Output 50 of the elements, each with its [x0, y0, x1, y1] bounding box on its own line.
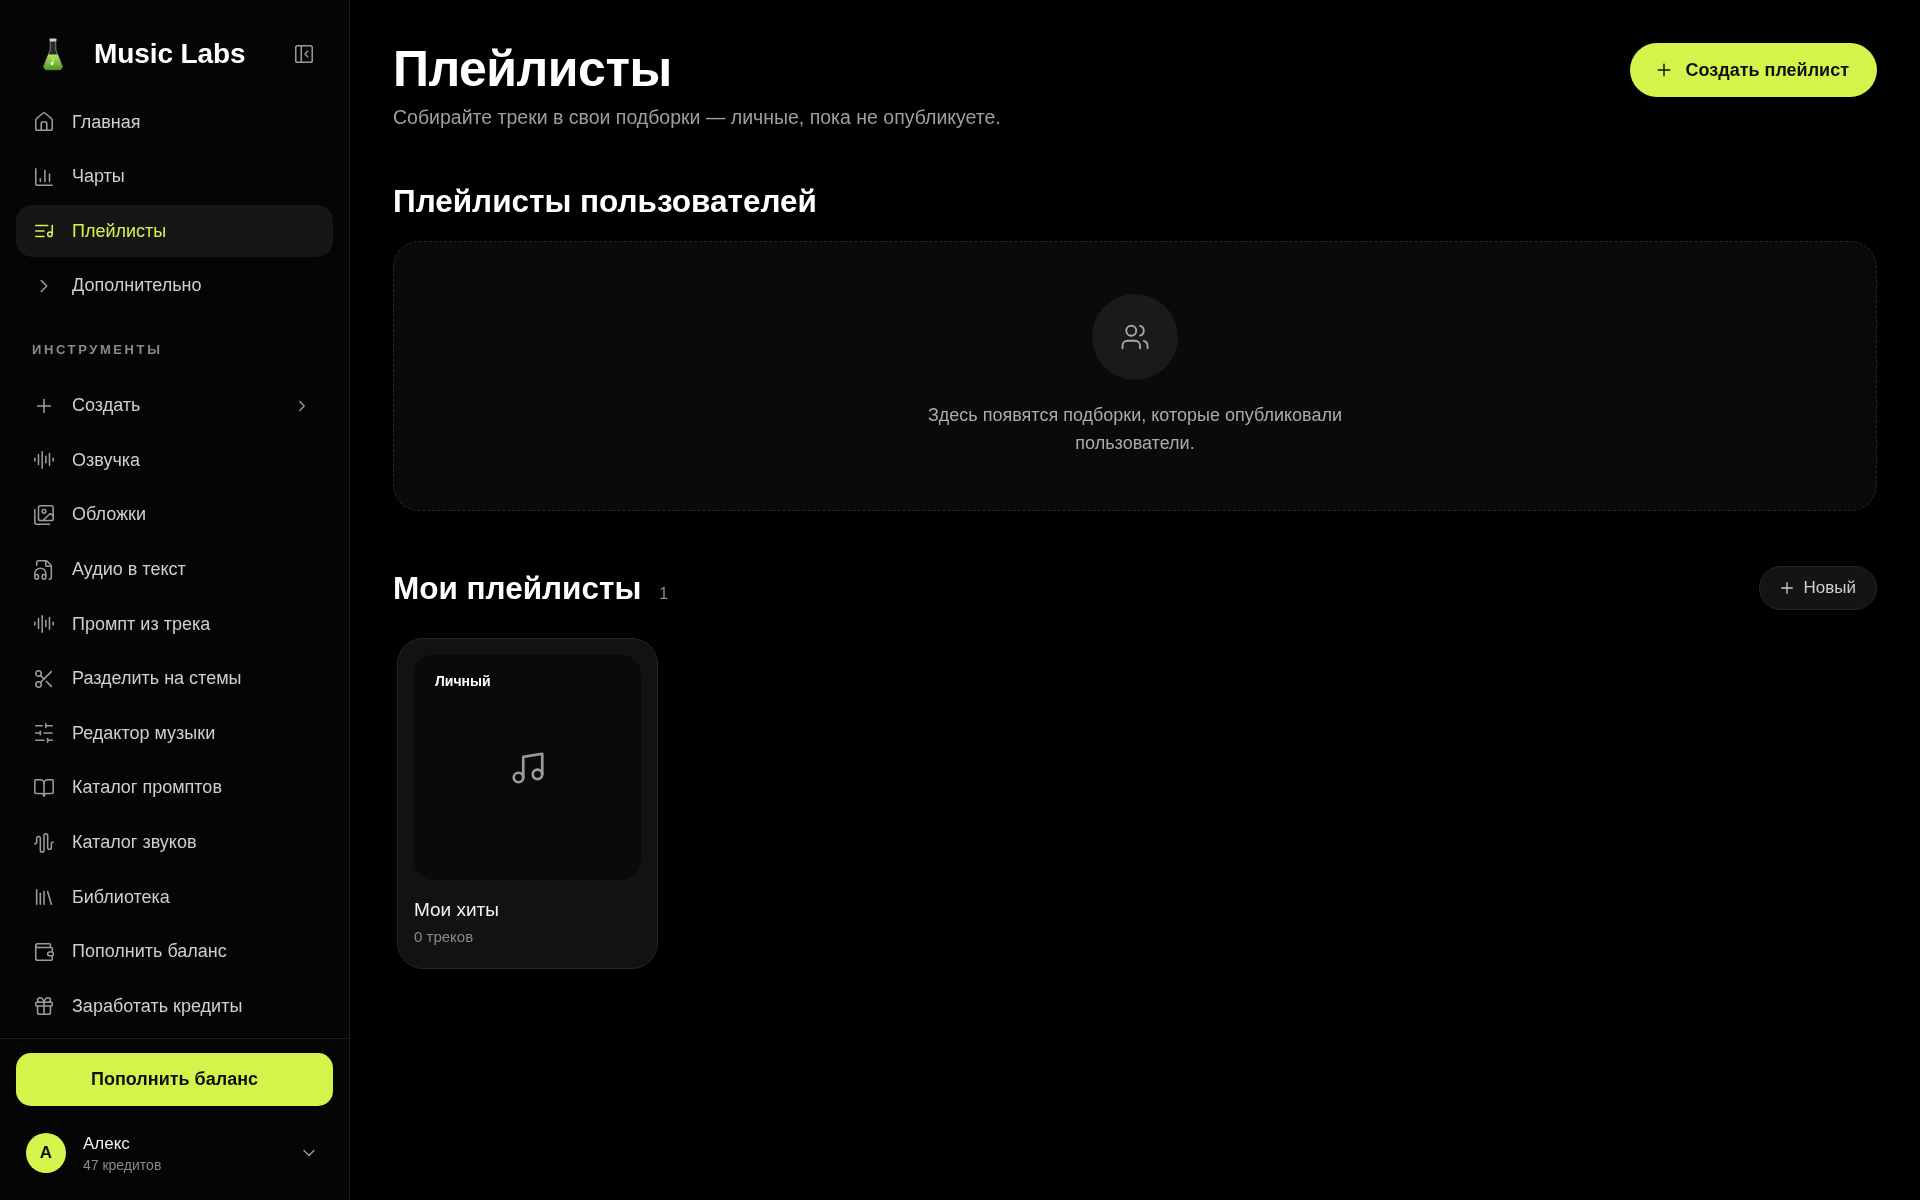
nav-item[interactable]: Плейлисты — [16, 205, 333, 258]
home-icon — [33, 111, 55, 133]
nav-item[interactable]: Создать — [16, 379, 333, 432]
section-heading: Мои плейлисты — [393, 570, 642, 606]
playlist-count: 1 — [659, 585, 669, 603]
privacy-label: Личный — [435, 673, 491, 689]
nav-item[interactable]: Каталог промптов — [16, 761, 333, 814]
gift-icon — [33, 995, 55, 1018]
wallet-icon — [33, 940, 55, 963]
sliders-icon — [33, 722, 55, 745]
collapse-sidebar-icon — [293, 43, 315, 65]
section-heading: Плейлисты пользователей — [393, 183, 818, 219]
page-subtitle: Собирайте треки в свои подборки — личные, пока не опубликуете. — [393, 105, 1001, 129]
collapse-sidebar-button[interactable] — [293, 43, 315, 65]
app-logo-title: Music Labs — [94, 38, 247, 70]
nav-item[interactable]: Редактор музыки — [16, 707, 333, 760]
nav-item[interactable]: Пополнить баланс — [16, 925, 333, 978]
headphones-file-icon — [33, 558, 55, 581]
top-up-button[interactable]: Пополнить баланс — [16, 1053, 333, 1106]
section-label: ИНСТРУМЕНТЫ — [31, 341, 164, 358]
nav-item[interactable]: Каталог звуков — [16, 816, 333, 869]
playlist-title: Мои хиты — [414, 898, 500, 922]
playlist-card[interactable]: Личный Мои хиты 0 треков — [397, 638, 658, 969]
create-playlist-button[interactable]: Создать плейлист — [1629, 43, 1877, 97]
user-name: Алекс — [83, 1133, 131, 1154]
scissors-icon — [33, 667, 55, 690]
waveform-icon — [33, 613, 55, 636]
nav-item[interactable]: Обложки — [16, 488, 333, 541]
users-icon — [1092, 294, 1178, 380]
track-count: 0 треков — [414, 928, 475, 946]
nav-item[interactable]: Аудио в текст — [16, 543, 333, 596]
empty-state-text: Здесь появятся подборки, которые опубликовали пользователи. — [926, 404, 1343, 455]
waveform-icon — [33, 449, 55, 472]
nav-item[interactable]: Дополнительно — [16, 259, 333, 312]
nav-item[interactable]: Озвучка — [16, 434, 333, 487]
nav-item[interactable]: Чарты — [16, 150, 333, 203]
flask-logo-icon — [43, 37, 63, 71]
nav-item[interactable]: Библиотека — [16, 871, 333, 924]
bar-chart-icon — [33, 165, 55, 188]
nav-item[interactable]: Заработать кредиты — [16, 980, 333, 1033]
new-playlist-button[interactable]: Новый — [1758, 566, 1877, 610]
nav-item[interactable]: Главная — [16, 96, 333, 148]
credits-balance: 47 кредитов — [83, 1156, 163, 1173]
images-icon — [33, 503, 55, 526]
wave-icon — [33, 831, 55, 854]
book-icon — [33, 776, 55, 799]
nav-item[interactable]: Промпт из трека — [16, 598, 333, 651]
page-title: Плейлисты — [393, 42, 673, 96]
user-avatar: А — [26, 1133, 66, 1173]
nav-item[interactable]: Разделить на стемы — [16, 652, 333, 705]
